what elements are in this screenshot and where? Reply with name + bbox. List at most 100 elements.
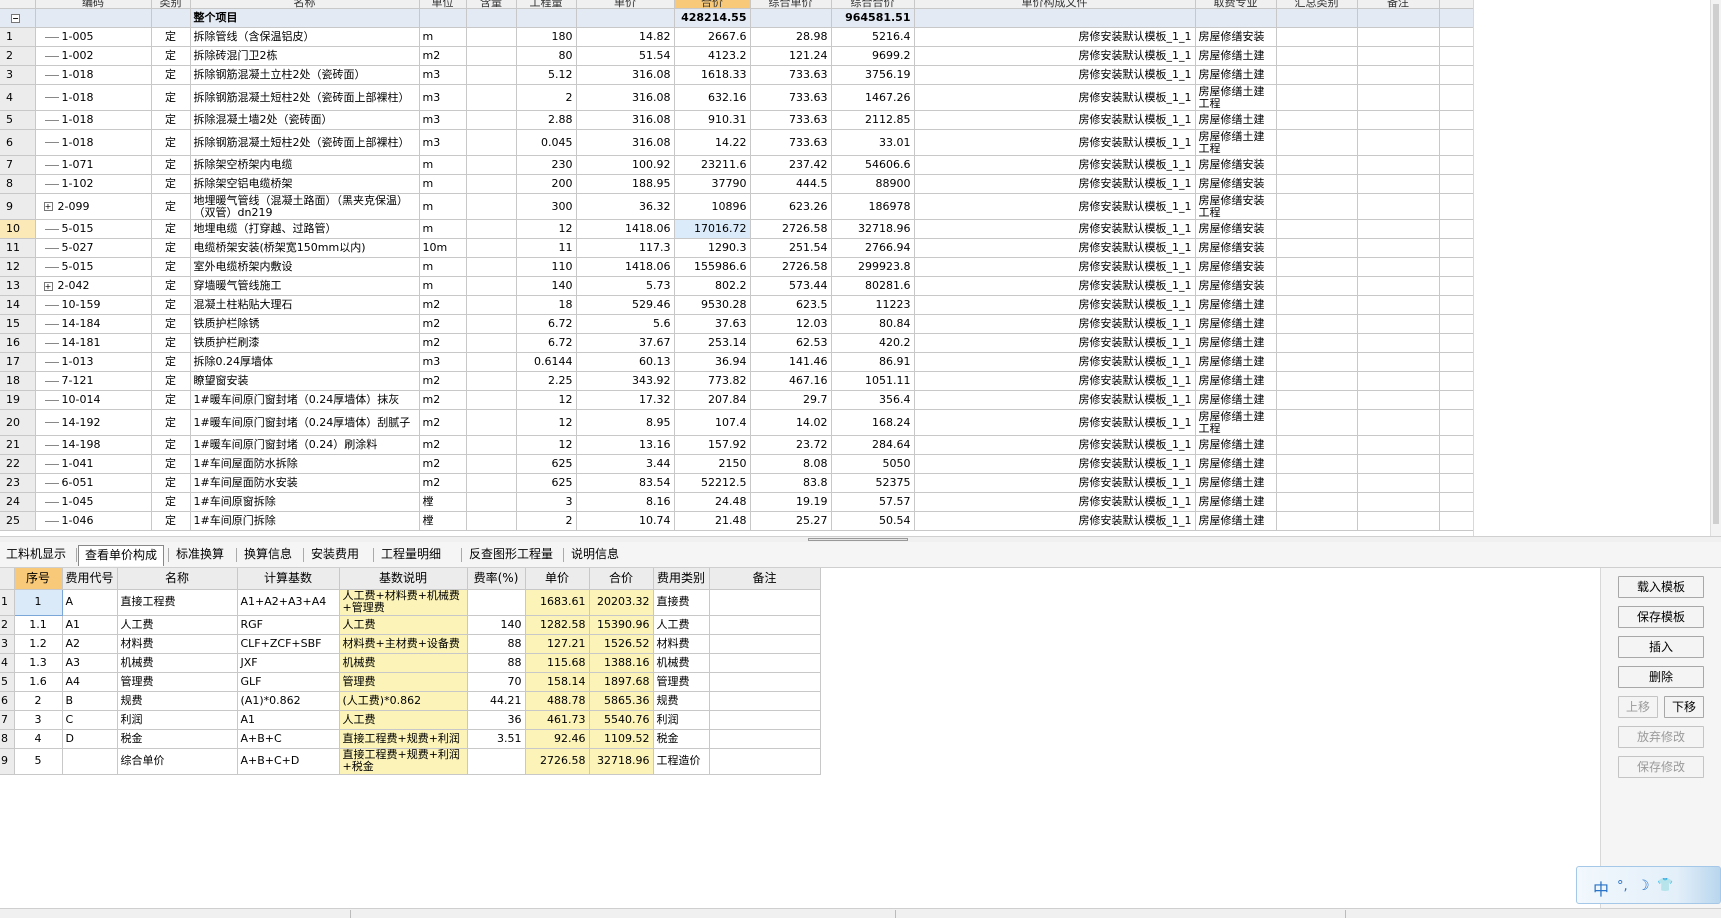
- remark-cell[interactable]: [1357, 193, 1440, 220]
- row-number[interactable]: 12: [0, 257, 36, 277]
- item-row[interactable]: 1 1-005 定拆除管线（含保温铝皮） m 180 14.82 2667.6 28.98 52…: [0, 27, 1473, 47]
- unit-cell[interactable]: 10m: [419, 238, 467, 258]
- price-template-cell[interactable]: 房修安装默认模板_1_1: [914, 371, 1196, 391]
- total-price-cell[interactable]: 107.4: [674, 409, 751, 436]
- total-price-cell[interactable]: 5865.36: [589, 691, 654, 711]
- remark-cell[interactable]: [1357, 295, 1440, 315]
- local-summary-cell[interactable]: [1439, 129, 1473, 156]
- local-summary-cell[interactable]: [1439, 8, 1473, 28]
- comp-unit-price-cell[interactable]: 25.27: [750, 511, 832, 531]
- sequence-cell[interactable]: 2: [14, 691, 63, 711]
- remark-cell[interactable]: [1357, 238, 1440, 258]
- row-number[interactable]: 16: [0, 333, 36, 353]
- column-header[interactable]: 计算基数: [237, 568, 340, 590]
- comp-total-cell[interactable]: 5050: [831, 454, 915, 474]
- row-number[interactable]: 22: [0, 454, 36, 474]
- expand-icon[interactable]: +: [43, 202, 53, 211]
- code-cell[interactable]: 5-015: [35, 219, 152, 239]
- fee-major-cell[interactable]: 房屋修缮安装: [1195, 155, 1277, 175]
- summary-type-cell[interactable]: [1276, 129, 1358, 156]
- item-name-cell[interactable]: 1#车间原门拆除: [190, 511, 420, 531]
- comp-unit-price-cell[interactable]: 29.7: [750, 390, 832, 410]
- price-template-cell[interactable]: 房修安装默认模板_1_1: [914, 110, 1196, 130]
- summary-type-cell[interactable]: [1276, 314, 1358, 334]
- code-cell[interactable]: 1-045: [35, 492, 152, 512]
- comp-total-cell[interactable]: 186978: [831, 193, 915, 220]
- comp-total-cell[interactable]: 5216.4: [831, 27, 915, 47]
- column-header[interactable]: 合价: [589, 568, 654, 590]
- local-summary-cell[interactable]: [1439, 371, 1473, 391]
- unit-price-cell[interactable]: 1418.06: [576, 257, 675, 277]
- fee-major-cell[interactable]: 房屋修缮土建: [1195, 110, 1277, 130]
- code-cell[interactable]: 1-018: [35, 84, 152, 111]
- column-header[interactable]: 取费专业: [1195, 0, 1277, 9]
- quantity-cell[interactable]: 18: [516, 295, 577, 315]
- category-cell[interactable]: 定: [151, 352, 191, 372]
- category-cell[interactable]: 定: [151, 371, 191, 391]
- price-template-cell[interactable]: 房修安装默认模板_1_1: [914, 155, 1196, 175]
- base-description-cell[interactable]: 材料费+主材费+设备费: [339, 634, 468, 654]
- total-price-cell[interactable]: 2150: [674, 454, 751, 474]
- column-header[interactable]: 费用代号: [62, 568, 118, 590]
- calc-base-cell[interactable]: JXF: [237, 653, 340, 673]
- total-price-cell[interactable]: 1618.33: [674, 65, 751, 85]
- comp-total-cell[interactable]: 1051.11: [831, 371, 915, 391]
- content-cell[interactable]: [466, 409, 517, 436]
- column-header[interactable]: 单位: [419, 0, 467, 9]
- item-row[interactable]: 14 10-159 定混凝土柱粘贴大理石 m2 18 529.46 9530.28 623.5…: [0, 295, 1473, 315]
- remark-cell[interactable]: [709, 615, 821, 635]
- tab-2[interactable]: 标准换算: [170, 545, 230, 566]
- move-up-button[interactable]: 上移: [1618, 696, 1658, 718]
- summary-type-cell[interactable]: [1276, 110, 1358, 130]
- quantity-cell[interactable]: 5.12: [516, 65, 577, 85]
- item-row[interactable]: 15 14-184 定铁质护栏除锈 m2 6.72 5.6 37.63 12.03 80.84 房…: [0, 314, 1473, 334]
- price-template-cell[interactable]: 房修安装默认模板_1_1: [914, 435, 1196, 455]
- unit-price-cell[interactable]: 316.08: [576, 65, 675, 85]
- base-description-cell[interactable]: 人工费: [339, 710, 468, 730]
- category-cell[interactable]: 定: [151, 454, 191, 474]
- row-number[interactable]: 2: [0, 615, 15, 635]
- content-cell[interactable]: [466, 257, 517, 277]
- row-number[interactable]: 10: [0, 219, 36, 239]
- fee-major-cell[interactable]: 房屋修缮安装: [1195, 219, 1277, 239]
- column-header[interactable]: 单价构成文件: [914, 0, 1196, 9]
- fee-major-cell[interactable]: 房屋修缮土建: [1195, 371, 1277, 391]
- unit-cell[interactable]: m: [419, 27, 467, 47]
- content-cell[interactable]: [466, 492, 517, 512]
- remark-cell[interactable]: [1357, 110, 1440, 130]
- row-number[interactable]: 1: [0, 27, 36, 47]
- fee-type-cell[interactable]: 工程造价: [653, 748, 710, 775]
- total-price-cell[interactable]: 37.63: [674, 314, 751, 334]
- column-header[interactable]: 费率(%): [467, 568, 526, 590]
- unit-cell[interactable]: m3: [419, 65, 467, 85]
- fee-major-cell[interactable]: 房屋修缮安装工程: [1195, 193, 1277, 220]
- summary-type-cell[interactable]: [1276, 409, 1358, 436]
- fee-code-cell[interactable]: C: [62, 710, 118, 730]
- unit-cell[interactable]: m2: [419, 435, 467, 455]
- summary-type-cell[interactable]: [1276, 473, 1358, 493]
- column-header[interactable]: 综合合价: [831, 0, 915, 9]
- price-template-cell[interactable]: 房修安装默认模板_1_1: [914, 27, 1196, 47]
- comp-unit-price-cell[interactable]: 83.8: [750, 473, 832, 493]
- remark-cell[interactable]: [709, 710, 821, 730]
- code-cell[interactable]: 10-014: [35, 390, 152, 410]
- quantity-cell[interactable]: 2: [516, 84, 577, 111]
- column-header[interactable]: 单价: [576, 0, 675, 9]
- comp-unit-price-cell[interactable]: 467.16: [750, 371, 832, 391]
- comp-total-cell[interactable]: 1467.26: [831, 84, 915, 111]
- calc-base-cell[interactable]: A1: [237, 710, 340, 730]
- unit-price-cell[interactable]: 316.08: [576, 110, 675, 130]
- composition-row[interactable]: 1 1 A 直接工程费 A1+A2+A3+A4 人工费+材料费+机械费+管理费 1683.6…: [0, 588, 821, 616]
- move-down-button[interactable]: 下移: [1664, 696, 1704, 718]
- content-cell[interactable]: [466, 193, 517, 220]
- price-template-cell[interactable]: 房修安装默认模板_1_1: [914, 65, 1196, 85]
- category-cell[interactable]: 定: [151, 295, 191, 315]
- unit-price-cell[interactable]: 3.44: [576, 454, 675, 474]
- price-template-cell[interactable]: 房修安装默认模板_1_1: [914, 129, 1196, 156]
- unit-cell[interactable]: m2: [419, 333, 467, 353]
- quantity-cell[interactable]: 110: [516, 257, 577, 277]
- item-name-cell[interactable]: 电缆桥架安装(桥架宽150mm以内): [190, 238, 420, 258]
- quantity-cell[interactable]: 2: [516, 511, 577, 531]
- column-header[interactable]: 合价: [674, 0, 751, 9]
- comp-total-cell[interactable]: 299923.8: [831, 257, 915, 277]
